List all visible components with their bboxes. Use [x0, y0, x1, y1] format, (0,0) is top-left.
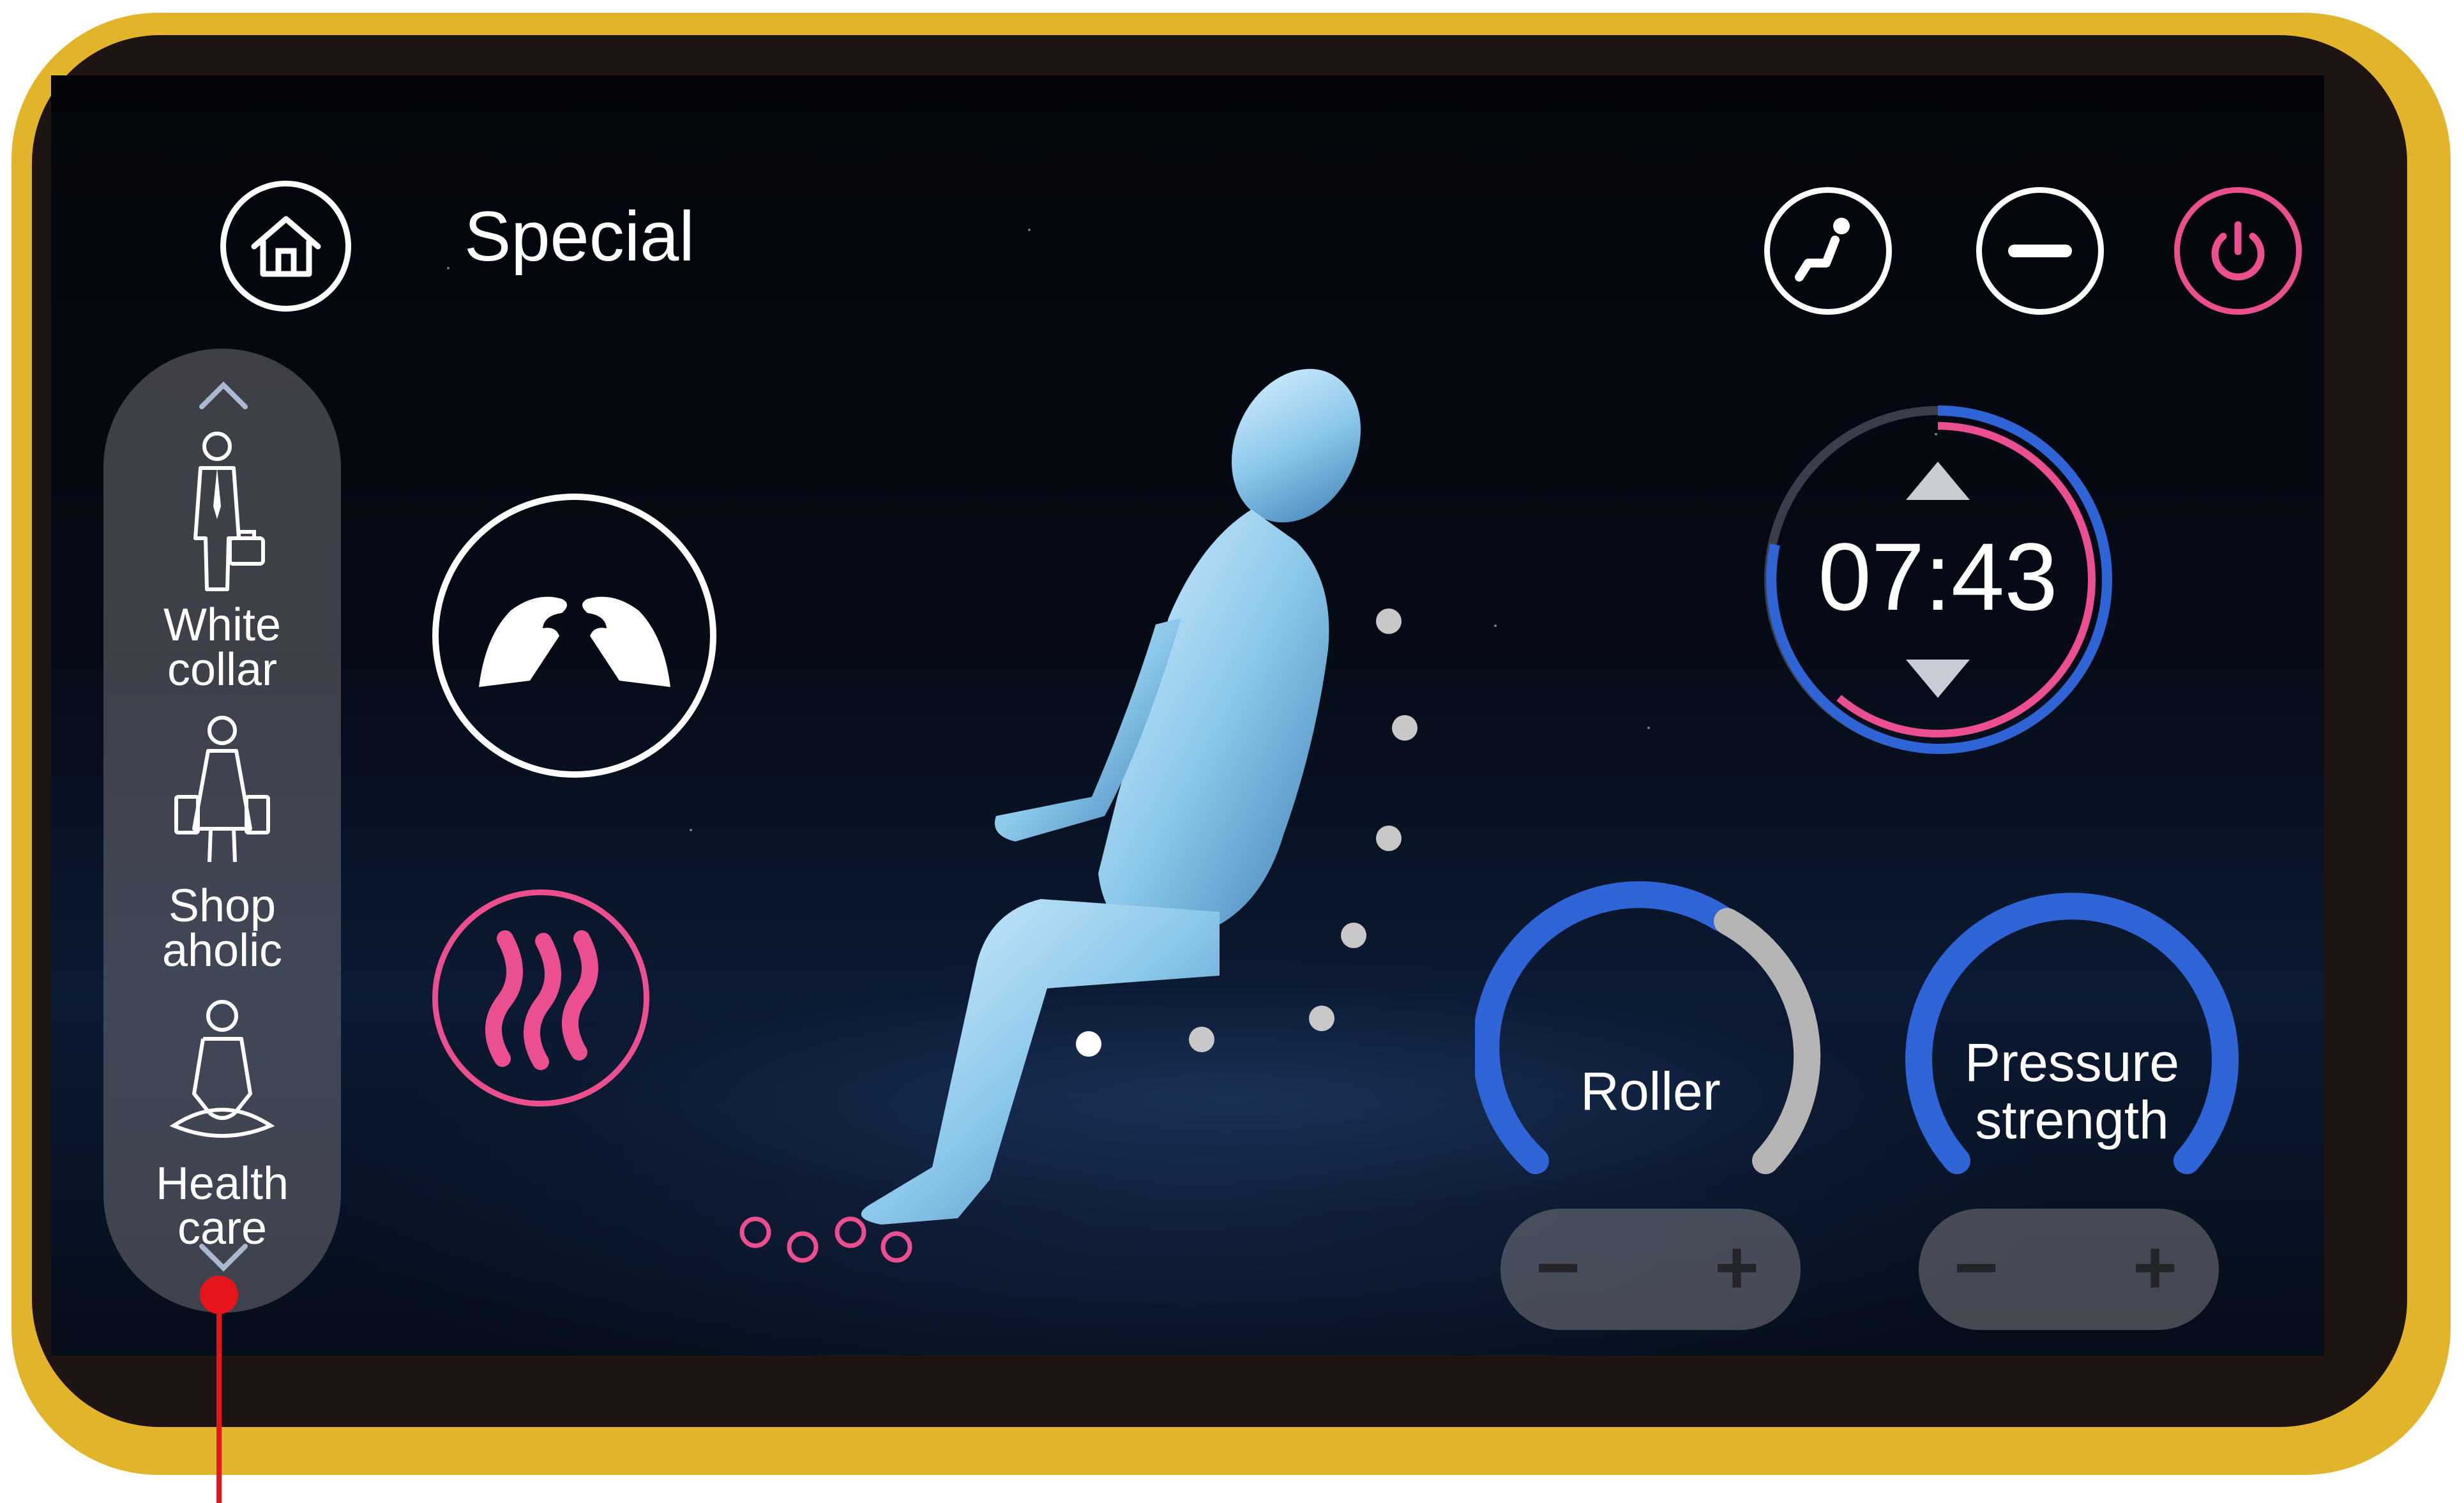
timer-up-arrow-icon[interactable] — [1903, 458, 1973, 503]
businessman-icon — [193, 432, 265, 591]
home-button[interactable] — [220, 181, 351, 312]
pressure-minus-button[interactable]: − — [1954, 1229, 1999, 1306]
star-decoration — [447, 267, 450, 269]
star-decoration — [1647, 727, 1650, 729]
minimize-button[interactable] — [1976, 187, 2104, 315]
roller-plus-button[interactable]: + — [1714, 1229, 1759, 1306]
pressure-label-line1: Pressure — [1964, 1032, 2180, 1092]
sidebar-item-label: aholic — [162, 925, 283, 976]
minus-icon — [2008, 245, 2072, 257]
power-button[interactable] — [2174, 187, 2302, 315]
annotation-dot — [200, 1276, 238, 1314]
massage-hands-icon — [478, 596, 670, 687]
recline-icon — [1795, 218, 1850, 282]
sidebar-item-label: Health — [155, 1158, 289, 1209]
massage-chair-screen: Special White collar Shop aholic Health … — [51, 75, 2324, 1356]
pressure-stepper[interactable]: − + — [1919, 1209, 2219, 1330]
heat-icon — [485, 930, 598, 1070]
timer-down-arrow-icon[interactable] — [1903, 656, 1973, 701]
roller-stepper[interactable]: − + — [1500, 1209, 1801, 1330]
heat-button[interactable] — [432, 889, 649, 1106]
sidebar-item-shopaholic[interactable]: Shop aholic — [103, 714, 341, 995]
foot-massage-indicators — [739, 1216, 912, 1263]
page-title: Special — [464, 197, 695, 276]
timer-value: 07:43 — [1818, 523, 2058, 630]
recline-button[interactable] — [1764, 187, 1892, 315]
roller-minus-button[interactable]: − — [1536, 1229, 1580, 1306]
star-decoration — [1494, 624, 1497, 627]
annotation-line — [216, 1309, 222, 1503]
sidebar-item-label: Shop — [168, 880, 276, 932]
star-decoration — [1028, 229, 1031, 231]
pressure-plus-button[interactable]: + — [2133, 1229, 2177, 1306]
shopper-icon — [174, 716, 270, 863]
sidebar-item-white-collar[interactable]: White collar — [103, 430, 341, 711]
sidebar-item-label: White — [163, 600, 282, 651]
power-icon — [2211, 221, 2265, 281]
roller-gauge — [1475, 881, 1821, 1174]
sidebar-item-label: collar — [167, 644, 278, 695]
roller-label: Roller — [1580, 1061, 1721, 1121]
chevron-down-icon[interactable] — [198, 1242, 249, 1274]
meditation-icon — [169, 1000, 275, 1138]
massage-point-indicators — [1076, 608, 1417, 1057]
home-icon — [251, 216, 321, 276]
chevron-up-icon[interactable] — [198, 379, 249, 411]
sidebar-item-health-care[interactable]: Health care — [103, 998, 341, 1279]
pressure-label-line2: strength — [1975, 1090, 2169, 1150]
